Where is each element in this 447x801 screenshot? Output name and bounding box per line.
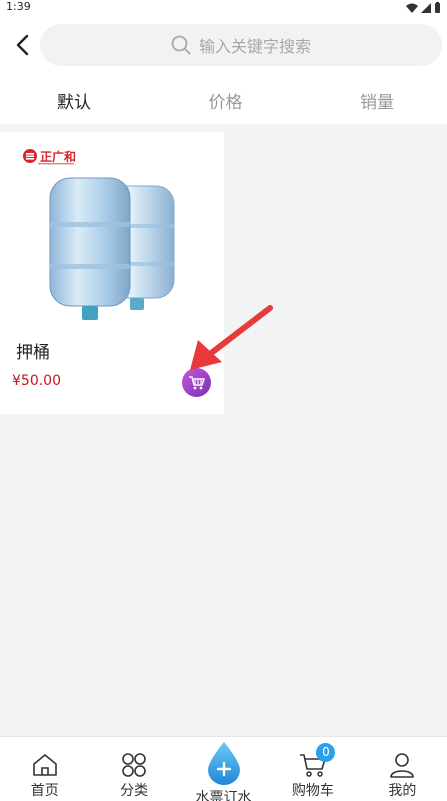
chevron-left-icon <box>16 34 29 56</box>
search-icon <box>171 35 191 55</box>
battery-icon <box>435 2 440 13</box>
nav-water-ticket-label: 水票订水 <box>195 790 252 801</box>
nav-cart-label: 购物车 <box>291 783 334 799</box>
status-bar: 1:39 <box>0 0 447 14</box>
search-input[interactable]: 输入关键字搜索 <box>40 24 442 66</box>
wifi-icon <box>406 3 418 13</box>
search-placeholder: 输入关键字搜索 <box>198 37 311 56</box>
cart-count-badge: 0 <box>316 743 336 762</box>
sort-tabs: 默认 价格 销量 <box>0 76 447 124</box>
status-icons <box>406 2 441 13</box>
product-price: ¥50.00 <box>12 373 61 389</box>
home-icon <box>32 754 57 776</box>
water-bottle-front <box>49 177 131 320</box>
header: 输入关键字搜索 <box>0 14 447 76</box>
signal-icon <box>421 2 431 13</box>
nav-mine-label: 我的 <box>388 783 417 799</box>
category-grid-icon <box>122 753 146 777</box>
tab-sales[interactable]: 销量 <box>282 76 447 124</box>
nav-cart[interactable]: 0 购物车 <box>268 737 357 801</box>
tab-default[interactable]: 默认 <box>0 76 169 124</box>
nav-water-ticket[interactable]: 水票订水 <box>179 737 268 801</box>
nav-category[interactable]: 分类 <box>89 737 178 801</box>
product-card[interactable]: 正广和 押桶 ¥50.00 <box>0 132 224 414</box>
bottom-nav: 首页 分类 水票订水 0 购物车 我的 <box>0 736 447 801</box>
brand-logo: 正广和 <box>23 149 76 165</box>
nav-mine[interactable]: 我的 <box>358 737 447 801</box>
user-icon <box>390 753 415 778</box>
product-image: 正广和 <box>23 149 175 320</box>
product-name: 押桶 <box>16 343 50 363</box>
nav-category-label: 分类 <box>120 783 149 799</box>
tab-price[interactable]: 价格 <box>169 76 281 124</box>
cart-icon <box>189 376 205 390</box>
back-button[interactable] <box>8 30 36 60</box>
water-drop-icon <box>207 742 240 785</box>
app-screen: 1:39 输入关键字搜索 默认 价格 销量 正广和 押桶 ¥50.00 首页 分… <box>0 0 447 801</box>
nav-home[interactable]: 首页 <box>0 737 89 801</box>
status-time: 1:39 <box>6 0 31 13</box>
add-to-cart-button[interactable] <box>182 368 211 397</box>
nav-home-label: 首页 <box>30 783 59 799</box>
svg-text:正广和: 正广和 <box>40 149 76 164</box>
